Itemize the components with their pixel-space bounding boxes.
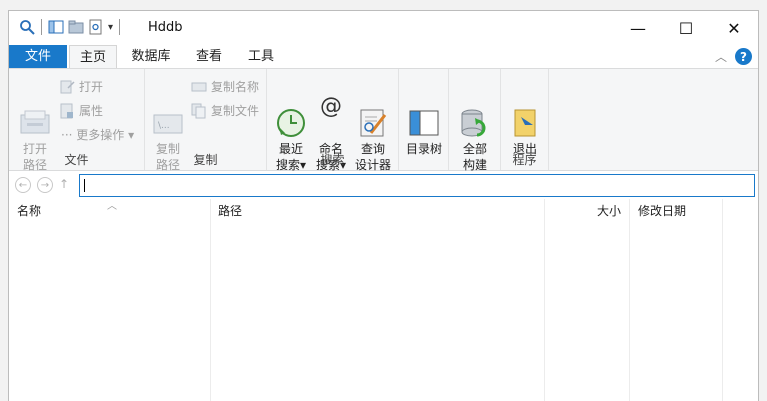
column-header-name[interactable]: 名称 ︿ [9,199,209,223]
tab-file[interactable]: 文件 [9,45,67,69]
column-divider[interactable] [629,199,630,401]
ribbon-group-build: 全部 构建 [449,69,501,173]
more-actions-label: ··· 更多操作 ▾ [61,128,135,142]
quick-access-toolbar: ▾ [19,19,122,35]
properties-button[interactable]: 属性 [59,101,103,121]
ribbon-group-program: 退出 程序 [501,69,549,170]
ribbon-group-search: 最近 搜索▾ @ 命名 搜索▾ 查询 设计器 搜索 [267,69,399,172]
title-bar: ▾ Hddb — ☐ ✕ [9,11,758,45]
document-search-icon[interactable] [88,19,104,35]
open-label: 打开 [79,80,104,94]
navigation-bar: ← → ↑ [9,173,758,199]
open-icon [59,79,75,95]
column-divider[interactable] [544,199,545,401]
open-button[interactable]: 打开 [59,77,103,97]
tab-view[interactable]: 查看 [189,45,229,69]
copy-file-label: 复制文件 [211,104,260,118]
full-build-label: 全部 构建 [462,142,487,172]
group-search-label: 搜索 [320,153,345,167]
copy-name-label: 复制名称 [211,80,260,94]
full-build-button[interactable]: 全部 构建 [455,75,495,173]
column-header-modified[interactable]: 修改日期 [630,199,722,223]
window-controls: — ☐ ✕ [614,11,758,45]
back-button[interactable]: ← [15,177,31,193]
copy-name-icon [191,79,207,95]
ribbon-group-file: 打开 路径 打开 属性 ··· 更多操作 ▾ 文件 [9,69,145,172]
group-file-label: 文件 [64,153,89,167]
explorer-window: ▾ Hddb — ☐ ✕ 文件 主页 数据库 查看 工具 ︿ ? 打开 路径 打… [8,10,759,401]
column-name-label: 名称 [17,204,42,218]
group-copy-label: 复制 [193,153,218,167]
at-sign-icon: @ [320,94,342,119]
qat-dropdown-icon[interactable]: ▾ [108,22,113,33]
layout-icon[interactable] [48,19,64,35]
close-button[interactable]: ✕ [710,11,758,45]
copy-file-button[interactable]: 复制文件 [191,101,259,121]
column-divider[interactable] [210,199,211,401]
help-icon[interactable]: ? [735,48,752,65]
tab-database[interactable]: 数据库 [125,45,177,69]
file-list[interactable]: 名称 ︿ 路径 大小 修改日期 [9,199,758,401]
ribbon-group-copy: \... 复制 路径 复制名称 复制文件 复制 [145,69,267,172]
clock-icon [275,91,307,137]
qat-separator [119,19,121,35]
forward-button[interactable]: → [37,177,53,193]
tab-tools[interactable]: 工具 [241,45,281,69]
tree-pane-icon [408,91,440,136]
collapse-ribbon-icon[interactable]: ︿ [715,48,727,65]
copy-file-icon [191,103,207,119]
query-designer-icon [357,91,389,137]
exit-button[interactable]: 退出 [507,75,543,157]
dir-tree-button[interactable]: 目录树 [403,75,445,157]
minimize-button[interactable]: — [614,11,662,45]
dir-tree-label: 目录树 [405,142,442,156]
svg-text:\...: \... [158,121,170,131]
address-input[interactable] [79,174,755,197]
ribbon-tabs: 文件 主页 数据库 查看 工具 ︿ ? [9,45,758,69]
column-header-size[interactable]: 大小 [545,199,629,223]
column-divider[interactable] [722,199,723,401]
sort-caret-icon: ︿ [107,201,117,212]
properties-label: 属性 [79,104,104,118]
tab-home[interactable]: 主页 [69,45,117,69]
ribbon-controls: ︿ ? [715,48,752,65]
window-title: Hddb [148,20,183,35]
exit-icon [509,91,541,137]
copy-path-icon: \... [152,91,184,134]
folder-icon[interactable] [68,19,84,35]
maximize-button[interactable]: ☐ [662,11,710,45]
copy-name-button[interactable]: 复制名称 [191,77,259,97]
text-cursor [84,179,85,192]
forward-arrow-icon: → [40,179,50,191]
ribbon-group-tree: 目录树 [399,69,449,170]
back-arrow-icon: ← [18,179,28,191]
ribbon: 打开 路径 打开 属性 ··· 更多操作 ▾ 文件 \... 复制 路径 复制名… [9,68,758,173]
qat-separator [41,19,42,35]
open-path-icon [19,91,51,134]
up-arrow-icon[interactable]: ↑ [59,177,69,191]
more-actions-button[interactable]: ··· 更多操作 ▾ [61,125,134,145]
database-refresh-icon [459,91,491,137]
group-program-label: 程序 [512,153,537,167]
properties-icon [59,103,75,119]
search-icon[interactable] [19,19,35,35]
column-header-path[interactable]: 路径 [210,199,544,223]
